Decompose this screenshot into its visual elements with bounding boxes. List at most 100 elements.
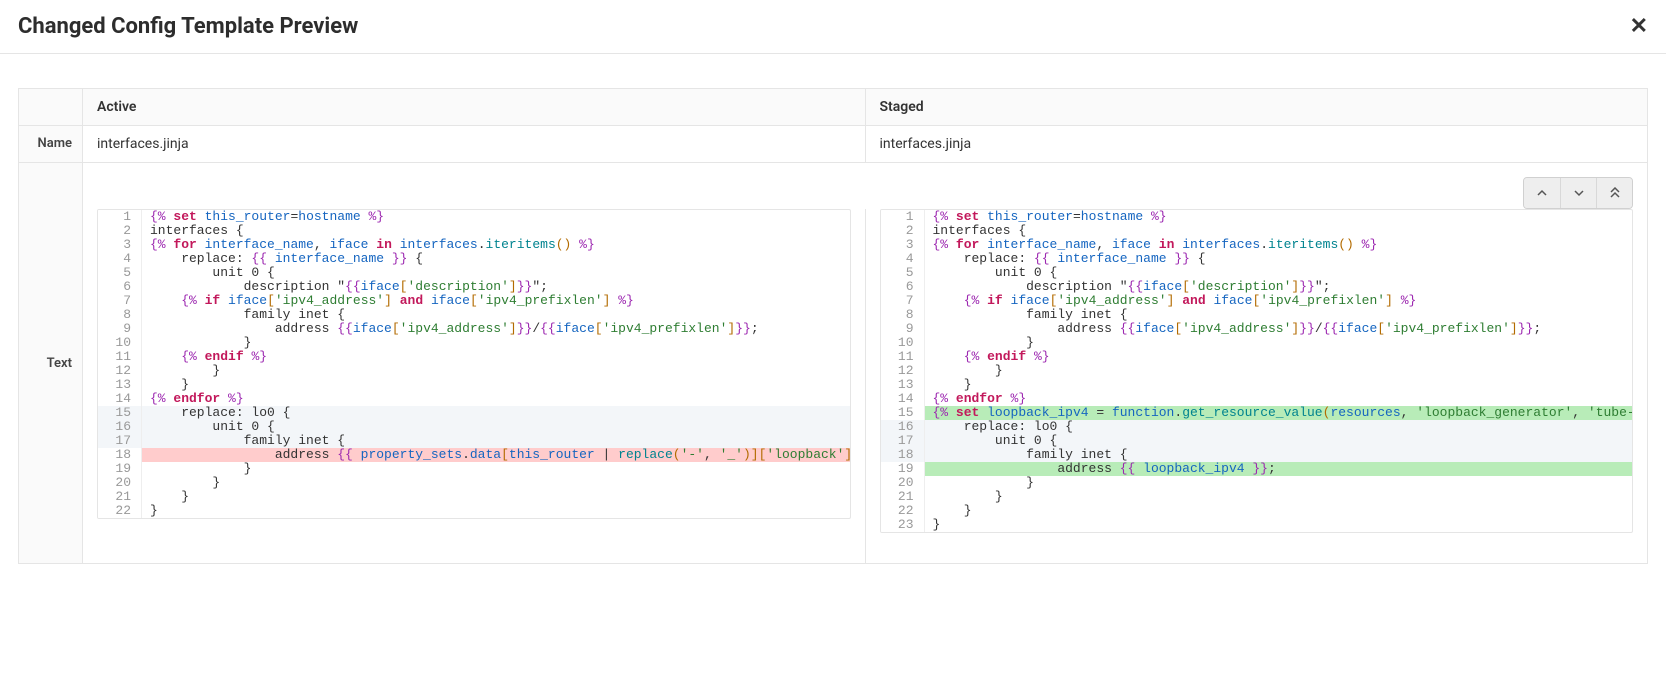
code-content: address {{iface['ipv4_address']}}/{{ifac… xyxy=(925,322,1633,336)
code-line: 5 unit 0 { xyxy=(881,266,1633,280)
line-number: 6 xyxy=(881,280,925,294)
code-line: 9 address {{iface['ipv4_address']}}/{{if… xyxy=(98,322,850,336)
code-line: 17 family inet { xyxy=(98,434,850,448)
line-number: 1 xyxy=(881,210,925,224)
code-line: 19 } xyxy=(98,462,850,476)
columns-header-row: Active Staged xyxy=(19,89,1648,126)
code-line: 20 } xyxy=(98,476,850,490)
code-line: 13 } xyxy=(881,378,1633,392)
code-line: 20 } xyxy=(881,476,1633,490)
line-number: 16 xyxy=(881,420,925,434)
code-line: 6 description "{{iface['description']}}"… xyxy=(98,280,850,294)
modal-header: Changed Config Template Preview ✕ xyxy=(0,0,1666,54)
code-content: {% for interface_name, iface in interfac… xyxy=(142,238,850,252)
code-line: 7 {% if iface['ipv4_address'] and iface[… xyxy=(881,294,1633,308)
line-number: 5 xyxy=(98,266,142,280)
code-content: {% set this_router=hostname %} xyxy=(925,210,1633,224)
line-number: 4 xyxy=(98,252,142,266)
line-number: 14 xyxy=(881,392,925,406)
code-line: 22} xyxy=(98,504,850,518)
line-number: 12 xyxy=(881,364,925,378)
top-diff-button[interactable] xyxy=(1596,178,1632,208)
code-content: {% endif %} xyxy=(925,350,1633,364)
line-number: 9 xyxy=(881,322,925,336)
code-content: {% for interface_name, iface in interfac… xyxy=(925,238,1633,252)
line-number: 21 xyxy=(881,490,925,504)
line-number: 20 xyxy=(881,476,925,490)
code-line: 23} xyxy=(881,518,1633,532)
prev-diff-button[interactable] xyxy=(1524,178,1560,208)
code-line: 12 } xyxy=(98,364,850,378)
code-line: 8 family inet { xyxy=(98,308,850,322)
code-content: } xyxy=(142,476,850,490)
code-staged[interactable]: 1{% set this_router=hostname %}2interfac… xyxy=(880,209,1634,533)
code-line: 12 } xyxy=(881,364,1633,378)
code-content: } xyxy=(142,336,850,350)
corner-cell xyxy=(19,89,83,126)
chevron-down-icon xyxy=(1574,188,1584,198)
code-content: } xyxy=(142,490,850,504)
code-content: family inet { xyxy=(925,308,1633,322)
code-content: family inet { xyxy=(142,434,850,448)
close-icon[interactable]: ✕ xyxy=(1630,16,1648,38)
line-number: 8 xyxy=(881,308,925,322)
code-line: 21 } xyxy=(881,490,1633,504)
code-content: {% set loopback_ipv4 = function.get_reso… xyxy=(925,406,1633,420)
line-number: 10 xyxy=(98,336,142,350)
code-active[interactable]: 1{% set this_router=hostname %}2interfac… xyxy=(97,209,851,519)
line-number: 2 xyxy=(98,224,142,238)
toolbar-row: Text xyxy=(19,163,1648,210)
code-line: 4 replace: {{ interface_name }} { xyxy=(881,252,1633,266)
code-content: interfaces { xyxy=(142,224,850,238)
code-content: {% endfor %} xyxy=(142,392,850,406)
line-number: 21 xyxy=(98,490,142,504)
code-line: 2interfaces { xyxy=(881,224,1633,238)
code-content: description "{{iface['description']}}"; xyxy=(142,280,850,294)
content-area: Active Staged Name interfaces.jinja inte… xyxy=(0,54,1666,584)
code-line: 21 } xyxy=(98,490,850,504)
line-number: 17 xyxy=(881,434,925,448)
code-content: replace: lo0 { xyxy=(142,406,850,420)
name-row: Name interfaces.jinja interfaces.jinja xyxy=(19,126,1648,163)
line-number: 7 xyxy=(881,294,925,308)
code-content: unit 0 { xyxy=(142,420,850,434)
code-line: 16 unit 0 { xyxy=(98,420,850,434)
column-header-active: Active xyxy=(83,89,866,126)
next-diff-button[interactable] xyxy=(1560,178,1596,208)
line-number: 16 xyxy=(98,420,142,434)
line-number: 4 xyxy=(881,252,925,266)
code-content: } xyxy=(925,378,1633,392)
chevron-up-icon xyxy=(1537,188,1547,198)
line-number: 19 xyxy=(98,462,142,476)
code-line: 18 address {{ property_sets.data[this_ro… xyxy=(98,448,850,462)
code-line: 7 {% if iface['ipv4_address'] and iface[… xyxy=(98,294,850,308)
code-content: {% set this_router=hostname %} xyxy=(142,210,850,224)
code-content: } xyxy=(925,364,1633,378)
name-active: interfaces.jinja xyxy=(83,126,866,163)
code-content: {% endfor %} xyxy=(925,392,1633,406)
line-number: 10 xyxy=(881,336,925,350)
line-number: 11 xyxy=(98,350,142,364)
row-label-name: Name xyxy=(19,126,83,163)
line-number: 13 xyxy=(881,378,925,392)
code-content: } xyxy=(142,378,850,392)
line-number: 20 xyxy=(98,476,142,490)
diff-table: Active Staged Name interfaces.jinja inte… xyxy=(18,88,1648,564)
code-content: {% endif %} xyxy=(142,350,850,364)
code-line: 8 family inet { xyxy=(881,308,1633,322)
code-content: } xyxy=(925,518,1633,532)
code-line: 11 {% endif %} xyxy=(98,350,850,364)
line-number: 15 xyxy=(881,406,925,420)
code-content: } xyxy=(925,504,1633,518)
code-line: 1{% set this_router=hostname %} xyxy=(98,210,850,224)
code-content: replace: {{ interface_name }} { xyxy=(925,252,1633,266)
code-line: 11 {% endif %} xyxy=(881,350,1633,364)
code-content: family inet { xyxy=(142,308,850,322)
line-number: 18 xyxy=(98,448,142,462)
line-number: 23 xyxy=(881,518,925,532)
line-number: 14 xyxy=(98,392,142,406)
code-line: 13 } xyxy=(98,378,850,392)
line-number: 2 xyxy=(881,224,925,238)
line-number: 12 xyxy=(98,364,142,378)
code-content: } xyxy=(925,476,1633,490)
